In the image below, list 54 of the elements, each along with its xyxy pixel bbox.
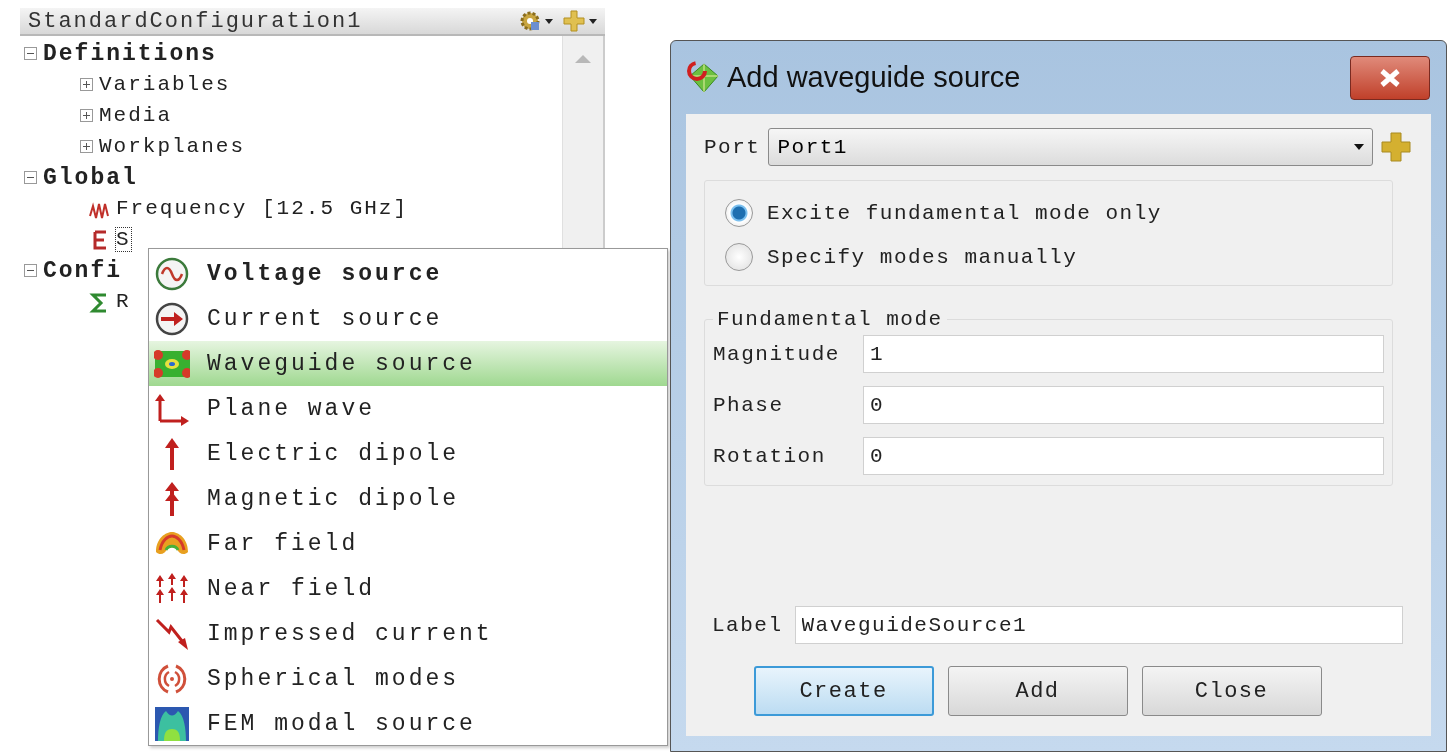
menu-item[interactable]: Waveguide source	[149, 341, 667, 386]
field-label: Rotation	[713, 444, 827, 468]
menu-item[interactable]: Far field	[149, 521, 667, 566]
voltage-icon	[154, 255, 190, 292]
fem-icon	[154, 705, 190, 742]
menu-item[interactable]: Spherical modes	[149, 656, 667, 701]
tree-item[interactable]: Frequency [12.5 GHz]	[116, 197, 409, 220]
menu-item[interactable]: Current source	[149, 296, 667, 341]
caret-icon	[545, 18, 553, 24]
tree-item[interactable]: Media	[99, 104, 172, 127]
field-label: Magnitude	[713, 342, 841, 366]
port-add-icon	[1381, 132, 1411, 162]
menu-item[interactable]: FEM modal source	[149, 701, 667, 746]
menu-item[interactable]: Voltage source	[149, 251, 667, 296]
caret-icon	[1354, 144, 1364, 150]
gear-icon	[519, 10, 541, 32]
tree-item[interactable]: Confi	[43, 257, 122, 284]
dialog-title: Add waveguide source	[727, 61, 1022, 94]
add-dropdown-button[interactable]	[561, 8, 599, 34]
tree-item[interactable]: Global	[43, 164, 138, 191]
menu-item[interactable]: Magnetic dipole	[149, 476, 667, 521]
panel-title: StandardConfiguration1	[28, 8, 363, 34]
scroll-up-icon	[575, 54, 591, 63]
radio-button[interactable]	[725, 243, 753, 271]
current-icon	[154, 300, 190, 337]
input-field[interactable]: 0	[863, 386, 1384, 424]
input-field[interactable]: 1	[863, 335, 1384, 373]
tree-item[interactable]: Variables	[99, 73, 231, 96]
field-label: Label	[712, 613, 783, 637]
close-button[interactable]	[1350, 55, 1430, 100]
app-logo-icon	[687, 60, 721, 95]
group-title: Fundamental mode	[716, 308, 944, 331]
dialog-button[interactable]: Close	[1141, 666, 1322, 716]
radio-button[interactable]	[725, 199, 753, 227]
tree-item[interactable]: Definitions	[43, 40, 217, 67]
input-field[interactable]: 0	[863, 437, 1384, 475]
input-field[interactable]: WaveguideSource1	[794, 606, 1403, 644]
tree-item[interactable]: Workplanes	[99, 135, 246, 158]
field-label: Phase	[713, 393, 785, 417]
port-dropdown[interactable]: Port1	[768, 128, 1373, 166]
menu-item[interactable]: Impressed current	[149, 611, 667, 656]
menu-item[interactable]: Electric dipole	[149, 431, 667, 476]
menu-item[interactable]: Plane wave	[149, 386, 667, 431]
tree-item[interactable]: S	[116, 228, 131, 251]
dialog-button[interactable]: Add	[947, 666, 1128, 716]
radio-option[interactable]: Excite fundamental mode only	[725, 199, 1372, 227]
close-icon	[1379, 67, 1401, 88]
radio-option[interactable]: Specify modes manually	[725, 243, 1372, 271]
plus-icon	[563, 10, 585, 32]
tree-item[interactable]: R	[116, 290, 131, 313]
caret-icon	[589, 18, 597, 24]
field-label: Port	[704, 135, 761, 159]
dialog-button[interactable]: Create	[753, 666, 934, 716]
menu-item[interactable]: Near field	[149, 566, 667, 611]
